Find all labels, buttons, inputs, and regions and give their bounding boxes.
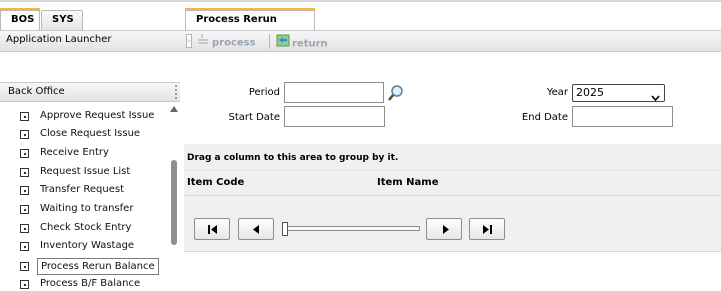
sidebar-item-label: Transfer Request	[40, 184, 125, 195]
group-by-drop-area[interactable]: Drag a column to this area to group by i…	[184, 144, 721, 170]
return-label: return	[292, 38, 328, 50]
sidebar-header[interactable]: Back Office	[0, 82, 180, 102]
sidebar-item-label: Process Rerun Balance	[37, 257, 159, 275]
search-icon[interactable]	[387, 84, 405, 105]
return-icon	[274, 32, 292, 55]
scroll-up-arrow-icon[interactable]	[170, 106, 178, 112]
group-by-hint: Drag a column to this area to group by i…	[187, 153, 399, 163]
sidebar-header-label: Back Office	[8, 86, 65, 97]
start-date-label: Start Date	[228, 112, 280, 123]
top-border	[0, 0, 721, 2]
next-page-button[interactable]	[426, 218, 462, 240]
sidebar-item-transfer-request[interactable]: Transfer Request	[20, 181, 127, 199]
tab-bos-label: BOS	[11, 14, 35, 25]
start-date-input[interactable]	[284, 106, 385, 127]
sidebar-item-process-rerun-balance[interactable]: Process Rerun Balance	[20, 257, 159, 275]
menu-item-icon	[20, 111, 29, 121]
application-launcher-title: Application Launcher	[6, 34, 112, 45]
next-page-icon	[443, 225, 449, 234]
last-page-button[interactable]	[469, 218, 505, 240]
toolbar: › process return	[184, 30, 721, 52]
menu-item-icon	[20, 148, 29, 158]
previous-page-icon	[253, 225, 259, 234]
sidebar-item-receive-entry[interactable]: Receive Entry	[20, 144, 112, 162]
last-page-icon	[483, 225, 492, 234]
tab-bos[interactable]: BOS	[0, 10, 40, 30]
end-date-input[interactable]	[572, 106, 673, 127]
sidebar-item-check-stock-entry[interactable]: Check Stock Entry	[20, 219, 134, 237]
menu-item-icon	[20, 204, 29, 214]
previous-page-button[interactable]	[238, 218, 274, 240]
first-page-button[interactable]	[194, 218, 230, 240]
chevron-down-icon	[651, 90, 660, 106]
sidebar-scroll-thumb[interactable]	[171, 160, 177, 245]
sidebar-item-close-request-issue[interactable]: Close Request Issue	[20, 125, 143, 143]
sidebar-grip-icon[interactable]	[175, 85, 177, 99]
sidebar-item-process-bf-balance[interactable]: Process B/F Balance	[20, 275, 143, 291]
process-button[interactable]: process	[196, 32, 256, 50]
sidebar-item-label: Close Request Issue	[40, 128, 141, 139]
menu-item-icon	[20, 167, 29, 177]
sidebar-item-inventory-wastage[interactable]: Inventory Wastage	[20, 237, 137, 255]
sidebar-item-label: Waiting to transfer	[40, 203, 134, 214]
period-label: Period	[248, 87, 280, 98]
column-header-item-name[interactable]: Item Name	[377, 171, 439, 195]
sidebar-item-request-issue-list[interactable]: Request Issue List	[20, 163, 133, 181]
menu-item-icon	[20, 129, 29, 139]
sidebar-item-approve-request-issue[interactable]: Approve Request Issue	[20, 107, 157, 125]
process-icon	[196, 32, 212, 53]
column-header-item-code[interactable]: Item Code	[187, 171, 244, 195]
sidebar-item-label: Inventory Wastage	[40, 240, 135, 251]
grid-header: Item Code Item Name	[184, 170, 721, 196]
return-button[interactable]: return	[274, 32, 328, 50]
collapse-handle-icon[interactable]: ›	[186, 34, 192, 48]
menu-item-icon	[20, 279, 29, 289]
sidebar-item-label: Receive Entry	[40, 147, 109, 158]
grid-pager	[184, 196, 721, 252]
sidebar-item-label: Process B/F Balance	[40, 278, 141, 289]
year-select-value: 2025	[576, 86, 604, 99]
first-page-icon	[208, 225, 217, 234]
menu-item-icon	[20, 223, 29, 233]
sidebar-item-label: Approve Request Issue	[40, 110, 155, 121]
sidebar-item-label: Check Stock Entry	[40, 222, 132, 233]
application-launcher-bar: Application Launcher	[0, 30, 184, 52]
process-label: process	[212, 37, 256, 49]
tab-sys-label: SYS	[52, 14, 74, 25]
year-select[interactable]: 2025	[572, 84, 665, 102]
page-slider-handle[interactable]	[282, 222, 288, 236]
year-label: Year	[546, 87, 568, 98]
menu-item-icon	[20, 261, 29, 271]
toolbar-divider	[269, 34, 270, 49]
sidebar-item-waiting-to-transfer[interactable]: Waiting to transfer	[20, 200, 136, 218]
tab-sys[interactable]: SYS	[41, 10, 83, 30]
menu-item-icon	[20, 241, 29, 251]
sidebar-item-label: Request Issue List	[40, 166, 131, 177]
page-slider-track[interactable]	[282, 226, 420, 231]
end-date-label: End Date	[521, 112, 568, 123]
period-input[interactable]	[284, 82, 384, 103]
menu-item-icon	[20, 185, 29, 195]
tab-process-rerun-balance[interactable]: Process Rerun Balance	[185, 10, 315, 43]
